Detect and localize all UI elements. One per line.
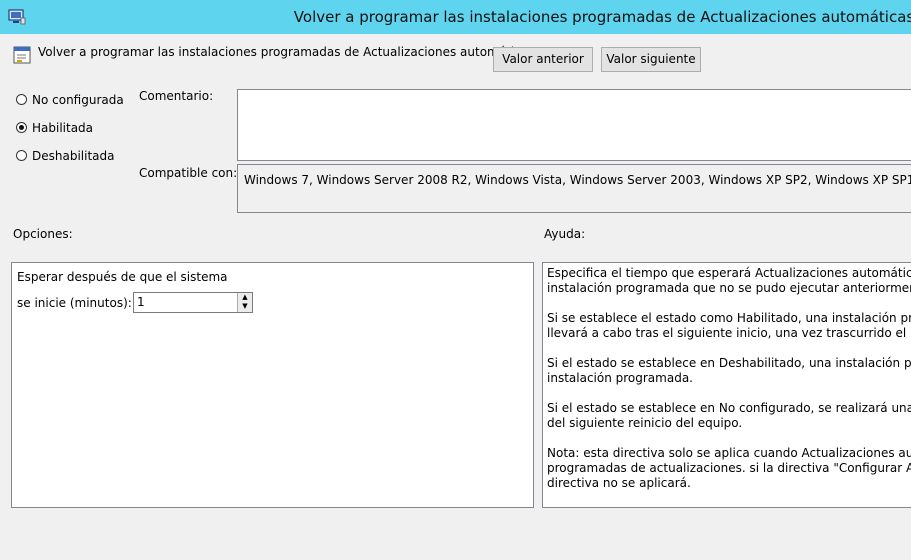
policy-name: Volver a programar las instalaciones pro… [38, 45, 535, 59]
previous-setting-button[interactable]: Valor anterior [493, 47, 593, 72]
options-minutes-label: se inicie (minutos): [17, 296, 132, 310]
radio-label: Habilitada [32, 121, 94, 135]
comment-textarea[interactable] [237, 89, 911, 161]
title-bar: Volver a programar las instalaciones pro… [0, 0, 911, 34]
help-paragraph: Nota: esta directiva solo se aplica cuan… [547, 446, 911, 490]
help-paragraph: Si el estado se establece en No configur… [547, 401, 911, 430]
radio-label: Deshabilitada [32, 149, 115, 163]
radio-label: No configurada [32, 93, 124, 107]
radio-circle-selected[interactable] [16, 122, 27, 133]
compatible-label: Compatible con: [139, 166, 238, 180]
comment-label: Comentario: [139, 89, 214, 103]
minutes-spinner[interactable]: 1 ▲ ▼ [133, 292, 253, 313]
minutes-value[interactable]: 1 [137, 295, 145, 309]
policy-setting-icon [13, 46, 31, 64]
radio-circle[interactable] [16, 150, 27, 161]
radio-circle[interactable] [16, 94, 27, 105]
help-panel: Especifica el tiempo que esperará Actual… [542, 262, 911, 508]
options-label: Opciones: [13, 227, 73, 241]
radio-not-configured[interactable]: No configurada [16, 93, 124, 107]
help-paragraph: Si el estado se establece en Deshabilita… [547, 356, 911, 385]
window-title: Volver a programar las instalaciones pro… [293, 8, 911, 26]
compatible-field[interactable]: Windows 7, Windows Server 2008 R2, Windo… [237, 164, 911, 213]
options-wait-text: Esperar después de que el sistema [17, 270, 228, 284]
spin-up-icon[interactable]: ▲ [237, 293, 252, 302]
help-paragraph: Especifica el tiempo que esperará Actual… [547, 266, 911, 295]
radio-disabled[interactable]: Deshabilitada [16, 149, 114, 163]
radio-enabled[interactable]: Habilitada [16, 121, 93, 135]
help-label: Ayuda: [544, 227, 586, 241]
next-setting-button[interactable]: Valor siguiente [601, 47, 701, 72]
spin-down-icon[interactable]: ▼ [237, 302, 252, 312]
help-paragraph: Si se establece el estado como Habilitad… [547, 311, 911, 340]
